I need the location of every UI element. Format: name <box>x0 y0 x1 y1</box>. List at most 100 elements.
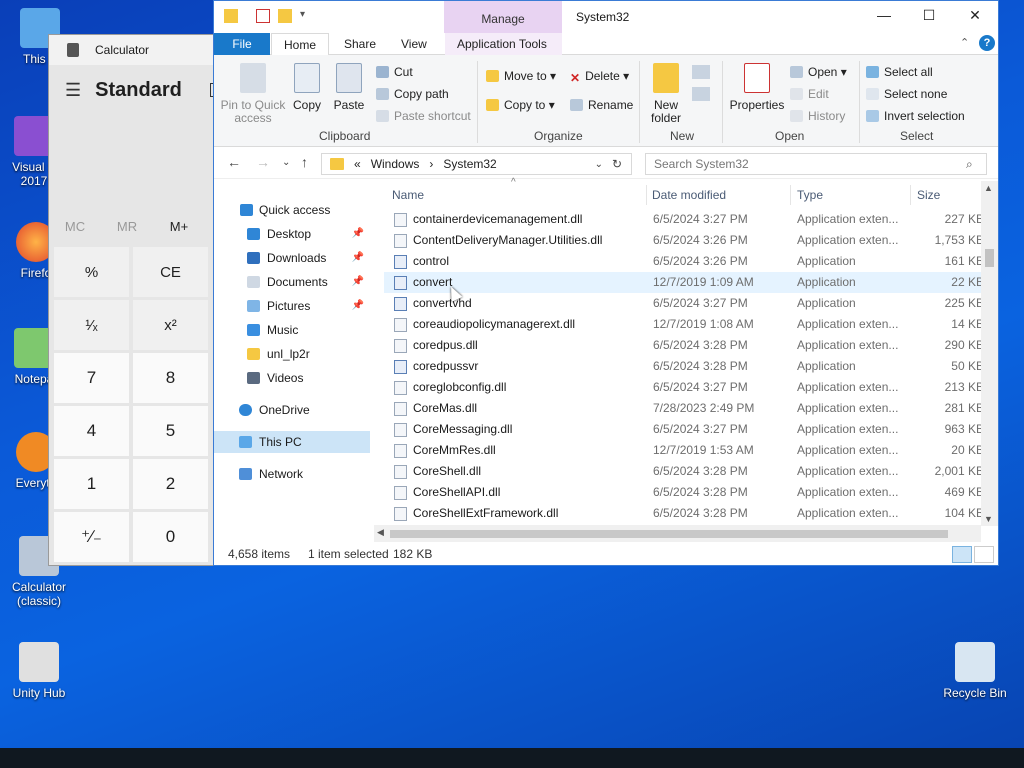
collapse-ribbon-icon[interactable]: ⌃ <box>960 36 969 49</box>
nav-network[interactable]: Network <box>214 463 370 485</box>
nav-quick-access[interactable]: Quick access <box>214 199 370 221</box>
new-item-icon[interactable] <box>692 65 710 79</box>
move-to-button[interactable]: Move to ▾ <box>486 69 556 83</box>
copy-to-button[interactable]: Copy to ▾ <box>486 98 555 112</box>
nav-music[interactable]: Music <box>214 319 370 341</box>
calculator-window[interactable]: Calculator ☰ Standard MC MR M+ % CE ¹⁄ₓ … <box>48 34 218 566</box>
column-divider[interactable] <box>910 185 911 205</box>
file-row[interactable]: CoreShellExtFramework.dll 6/5/2024 3:28 … <box>384 503 984 524</box>
paste-button[interactable]: Paste <box>330 63 368 112</box>
horizontal-scroll-thumb[interactable] <box>390 530 948 538</box>
digit-0-button[interactable]: 0 <box>133 512 208 562</box>
tab-share[interactable]: Share <box>332 33 388 55</box>
desktop-icon-recycle-bin[interactable]: Recycle Bin <box>937 642 1013 700</box>
file-row[interactable]: control 6/5/2024 3:26 PM Application 161… <box>384 251 984 272</box>
copy-path-button[interactable]: Copy path <box>376 87 449 101</box>
customize-quick-access-icon[interactable]: ▾ <box>300 9 306 23</box>
calculator-titlebar[interactable]: Calculator <box>49 35 217 65</box>
copy-button[interactable]: Copy <box>290 63 324 112</box>
tab-application-tools[interactable]: Application Tools <box>445 33 562 55</box>
file-row[interactable]: CoreShell.dll 6/5/2024 3:28 PM Applicati… <box>384 461 984 482</box>
file-row[interactable]: coreaudiopolicymanagerext.dll 12/7/2019 … <box>384 314 984 335</box>
tab-home[interactable]: Home <box>271 33 330 56</box>
properties-button[interactable]: Properties <box>726 63 788 112</box>
recent-locations-icon[interactable]: ⌄ <box>282 157 290 168</box>
file-row[interactable]: containerdevicemanagement.dll 6/5/2024 3… <box>384 209 984 230</box>
select-none-button[interactable]: Select none <box>866 87 947 101</box>
nav-videos[interactable]: Videos <box>214 367 370 389</box>
memory-clear-button[interactable]: MC <box>49 219 101 234</box>
new-folder-quick-icon[interactable] <box>278 9 292 23</box>
up-arrow-icon[interactable]: ↑ <box>301 154 308 170</box>
file-row[interactable]: convertvhd 6/5/2024 3:27 PM Application … <box>384 293 984 314</box>
percent-button[interactable]: % <box>54 247 129 297</box>
tab-file[interactable]: File <box>214 33 270 55</box>
file-row[interactable]: coredpus.dll 6/5/2024 3:28 PM Applicatio… <box>384 335 984 356</box>
desktop-icon-unity-hub[interactable]: Unity Hub <box>1 642 77 700</box>
details-view-icon[interactable] <box>952 546 972 563</box>
delete-button[interactable]: ✕ Delete ▾ <box>570 69 629 85</box>
nav-desktop[interactable]: Desktop 📌 <box>214 223 370 245</box>
breadcrumb-system32[interactable]: System32 <box>443 157 496 171</box>
rename-button[interactable]: Rename <box>570 98 633 112</box>
digit-4-button[interactable]: 4 <box>54 406 129 456</box>
scroll-down-icon[interactable]: ▼ <box>984 514 993 524</box>
clear-entry-button[interactable]: CE <box>133 247 208 297</box>
manage-context-tab[interactable]: Manage <box>444 1 562 33</box>
scroll-left-icon[interactable]: ◀ <box>377 527 384 538</box>
select-all-button[interactable]: Select all <box>866 65 933 79</box>
nav-this-pc[interactable]: This PC <box>214 431 370 453</box>
close-icon[interactable]: ✕ <box>965 7 985 24</box>
negate-button[interactable]: ⁺∕₋ <box>54 512 129 562</box>
column-divider[interactable] <box>790 185 791 205</box>
file-row[interactable]: ContentDeliveryManager.Utilities.dll 6/5… <box>384 230 984 251</box>
file-row[interactable]: CoreMas.dll 7/28/2023 2:49 PM Applicatio… <box>384 398 984 419</box>
file-row[interactable]: CoreShellAPI.dll 6/5/2024 3:28 PM Applic… <box>384 482 984 503</box>
file-row[interactable]: coredpussvr 6/5/2024 3:28 PM Application… <box>384 356 984 377</box>
hamburger-menu-icon[interactable]: ☰ <box>65 80 81 101</box>
maximize-icon[interactable]: ☐ <box>919 7 939 24</box>
digit-8-button[interactable]: 8 <box>133 353 208 403</box>
breadcrumb-windows[interactable]: Windows <box>371 157 420 171</box>
invert-selection-button[interactable]: Invert selection <box>866 109 965 123</box>
nav-downloads[interactable]: Downloads 📌 <box>214 247 370 269</box>
edit-button[interactable]: Edit <box>790 87 829 101</box>
open-button[interactable]: Open ▾ <box>790 65 847 79</box>
forward-arrow-icon[interactable]: → <box>256 154 270 170</box>
breadcrumb-overflow[interactable]: « <box>354 157 361 171</box>
nav-documents[interactable]: Documents 📌 <box>214 271 370 293</box>
pin-quick-access-button[interactable]: Pin to Quick access <box>220 63 286 125</box>
file-row[interactable]: CoreMessaging.dll 6/5/2024 3:27 PM Appli… <box>384 419 984 440</box>
digit-5-button[interactable]: 5 <box>133 406 208 456</box>
cut-button[interactable]: Cut <box>376 65 413 79</box>
column-header-size[interactable]: Size <box>917 181 940 205</box>
nav-unl-folder[interactable]: unl_lp2r <box>214 343 370 365</box>
history-button[interactable]: History <box>790 109 845 123</box>
nav-pictures[interactable]: Pictures 📌 <box>214 295 370 317</box>
help-icon[interactable]: ? <box>979 35 995 51</box>
column-header-date[interactable]: Date modified <box>652 181 726 205</box>
memory-add-button[interactable]: M+ <box>153 219 205 234</box>
minimize-icon[interactable]: — <box>874 7 894 23</box>
back-arrow-icon[interactable]: ← <box>227 154 241 170</box>
horizontal-scrollbar[interactable]: ◀ <box>374 525 981 542</box>
large-icons-view-icon[interactable] <box>974 546 994 563</box>
explorer-titlebar[interactable]: ▾ Manage System32 — ☐ ✕ <box>214 1 998 33</box>
refresh-icon[interactable]: ↻ <box>612 157 622 171</box>
memory-recall-button[interactable]: MR <box>101 219 153 234</box>
easy-access-icon[interactable] <box>692 87 710 101</box>
column-divider[interactable] <box>646 185 647 205</box>
column-header-name[interactable]: Name <box>392 181 424 205</box>
digit-1-button[interactable]: 1 <box>54 459 129 509</box>
tab-view[interactable]: View <box>389 33 439 55</box>
digit-2-button[interactable]: 2 <box>133 459 208 509</box>
nav-onedrive[interactable]: OneDrive <box>214 399 370 421</box>
properties-quick-icon[interactable] <box>256 9 270 23</box>
paste-shortcut-button[interactable]: Paste shortcut <box>376 109 471 123</box>
digit-7-button[interactable]: 7 <box>54 353 129 403</box>
file-row[interactable]: coreglobconfig.dll 6/5/2024 3:27 PM Appl… <box>384 377 984 398</box>
column-header-type[interactable]: Type <box>797 181 823 205</box>
address-dropdown-icon[interactable]: ⌄ <box>595 159 603 170</box>
file-explorer-window[interactable]: ▾ Manage System32 — ☐ ✕ File Home Share … <box>213 0 999 566</box>
square-button[interactable]: x² <box>133 300 208 350</box>
